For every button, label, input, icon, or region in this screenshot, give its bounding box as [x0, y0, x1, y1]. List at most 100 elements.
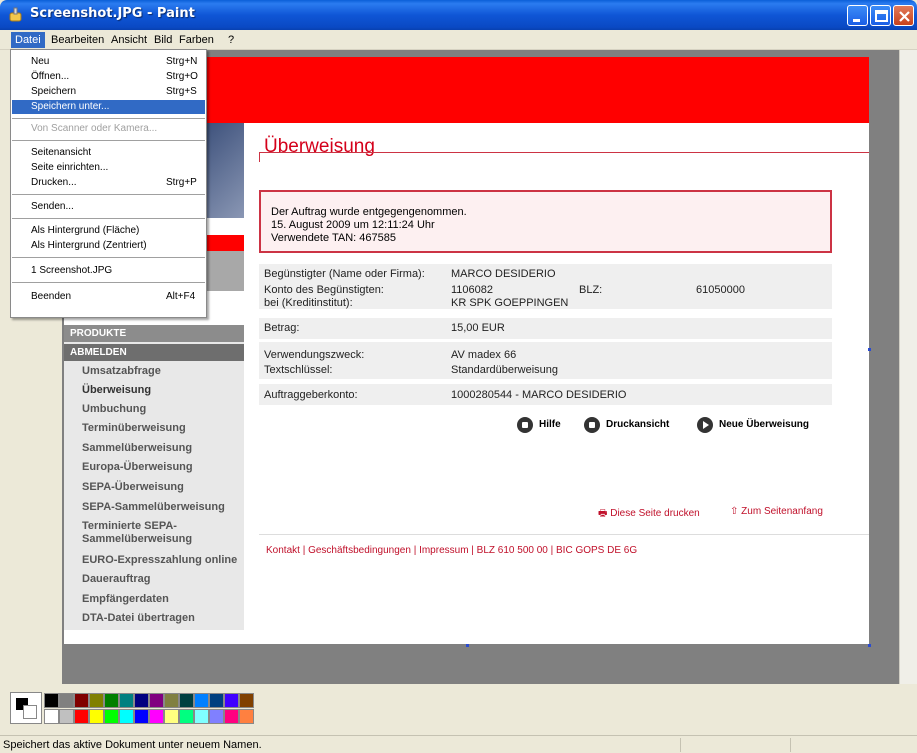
- value-sender: 1000280544 - MARCO DESIDERIO: [451, 389, 627, 401]
- color-swatch[interactable]: [134, 709, 149, 724]
- color-swatch[interactable]: [164, 709, 179, 724]
- up-arrow-icon: ⇧: [730, 506, 739, 517]
- resize-handle-right[interactable]: [868, 348, 871, 351]
- help-label: Hilfe: [539, 419, 561, 430]
- sidebar-item-ueberweisung[interactable]: Überweisung: [82, 384, 151, 396]
- label-account: Konto des Begünstigten:: [264, 284, 384, 296]
- sidebar-item-termin[interactable]: Terminüberweisung: [82, 422, 186, 434]
- color-swatch[interactable]: [104, 709, 119, 724]
- arrow-right-icon: [697, 417, 713, 433]
- color-swatch[interactable]: [59, 709, 74, 724]
- color-swatch[interactable]: [194, 693, 209, 708]
- menu-bild[interactable]: Bild: [150, 32, 176, 48]
- color-swatch[interactable]: [89, 709, 104, 724]
- status-text: Speichert das aktive Dokument unter neue…: [3, 739, 262, 751]
- color-swatch[interactable]: [119, 693, 134, 708]
- print-page-link[interactable]: 🖶 Diese Seite drucken: [598, 506, 700, 523]
- footer-links[interactable]: Kontakt | Geschäftsbedingungen | Impress…: [266, 545, 637, 556]
- color-swatch[interactable]: [119, 709, 134, 724]
- color-swatch[interactable]: [209, 709, 224, 724]
- menu-bar: Datei Bearbeiten Ansicht Bild Farben ?: [0, 30, 917, 50]
- color-swatch[interactable]: [239, 693, 254, 708]
- to-top-link[interactable]: ⇧ Zum Seitenanfang: [730, 506, 823, 517]
- color-swatch[interactable]: [179, 709, 194, 724]
- sidebar-head-produkte[interactable]: PRODUKTE: [64, 325, 244, 342]
- color-swatch[interactable]: [224, 693, 239, 708]
- menu-item-scanner: Von Scanner oder Kamera...: [31, 123, 158, 134]
- sidebar-item-sepa[interactable]: SEPA-Überweisung: [82, 481, 184, 493]
- resize-handle-bottom[interactable]: [466, 644, 469, 647]
- color-swatch[interactable]: [149, 693, 164, 708]
- label-sender: Auftraggeberkonto:: [264, 389, 358, 401]
- color-swatch[interactable]: [89, 693, 104, 708]
- menu-separator: [12, 282, 205, 283]
- current-colors[interactable]: [10, 692, 42, 724]
- status-bar: Speichert das aktive Dokument unter neue…: [0, 735, 917, 753]
- menu-bearbeiten[interactable]: Bearbeiten: [47, 32, 108, 48]
- footer-rule: [259, 534, 869, 535]
- to-top-label: Zum Seitenanfang: [741, 506, 823, 517]
- print-page-label: Diese Seite drucken: [610, 508, 700, 519]
- menu-item-seitenansicht[interactable]: Seitenansicht: [12, 146, 205, 160]
- color-swatch[interactable]: [104, 693, 119, 708]
- color-swatch[interactable]: [179, 693, 194, 708]
- menu-item-hintergrund-flaeche[interactable]: Als Hintergrund (Fläche): [12, 224, 205, 238]
- value-blz: 61050000: [696, 284, 745, 296]
- menu-help[interactable]: ?: [224, 32, 238, 48]
- status-divider: [680, 738, 681, 752]
- sidebar-item-umbuchung[interactable]: Umbuchung: [82, 403, 146, 415]
- resize-handle-corner[interactable]: [868, 644, 871, 647]
- color-swatch[interactable]: [44, 709, 59, 724]
- menu-item-speichern[interactable]: Speichern Strg+S: [12, 85, 205, 99]
- minimize-button[interactable]: [847, 5, 868, 26]
- menu-separator: [12, 118, 205, 119]
- sidebar-item-sammel[interactable]: Sammelüberweisung: [82, 442, 192, 454]
- page-heading: Überweisung: [264, 136, 375, 157]
- menu-item-beenden[interactable]: Beenden Alt+F4: [12, 290, 205, 304]
- color-swatch[interactable]: [209, 693, 224, 708]
- menu-item-oeffnen[interactable]: Öffnen... Strg+O: [12, 70, 205, 84]
- menu-item-hintergrund-zentriert[interactable]: Als Hintergrund (Zentriert): [12, 239, 205, 253]
- value-purpose: AV madex 66: [451, 349, 517, 361]
- menu-item-senden[interactable]: Senden...: [12, 200, 205, 214]
- heading-tick: [259, 152, 260, 162]
- color-swatch[interactable]: [149, 709, 164, 724]
- color-swatch[interactable]: [74, 709, 89, 724]
- menu-datei[interactable]: Datei: [11, 32, 45, 48]
- color-swatch[interactable]: [59, 693, 74, 708]
- row-amount: [259, 318, 832, 340]
- sidebar-item-terminierte-sepa-2[interactable]: Sammelüberweisung: [82, 533, 192, 545]
- color-swatch[interactable]: [44, 693, 59, 708]
- color-swatch[interactable]: [164, 693, 179, 708]
- sidebar-item-umsatzabfrage[interactable]: Umsatzabfrage: [82, 365, 161, 377]
- sidebar-item-terminierte-sepa[interactable]: Terminierte SEPA-: [82, 520, 177, 532]
- sidebar-item-empfaenger[interactable]: Empfängerdaten: [82, 593, 169, 605]
- sidebar-item-euro-express[interactable]: EURO-Expresszahlung online: [82, 554, 237, 566]
- sidebar-item-sepa-sammel[interactable]: SEPA-Sammelüberweisung: [82, 501, 225, 513]
- title-bar[interactable]: Screenshot.JPG - Paint: [0, 0, 917, 30]
- label-purpose: Verwendungszweck:: [264, 349, 365, 361]
- sidebar-item-dta[interactable]: DTA-Datei übertragen: [82, 612, 195, 624]
- vertical-scrollbar[interactable]: [899, 50, 917, 684]
- menu-farben[interactable]: Farben: [175, 32, 218, 48]
- menu-item-drucken[interactable]: Drucken... Strg+P: [12, 176, 205, 190]
- menu-item-seite-einrichten[interactable]: Seite einrichten...: [12, 161, 205, 175]
- close-button[interactable]: [893, 5, 914, 26]
- color-swatch[interactable]: [134, 693, 149, 708]
- value-textkey: Standardüberweisung: [451, 364, 559, 376]
- color-swatch[interactable]: [239, 709, 254, 724]
- menu-ansicht[interactable]: Ansicht: [107, 32, 151, 48]
- sidebar-head-abmelden[interactable]: ABMELDEN: [64, 344, 244, 361]
- label-institute: bei (Kreditinstitut):: [264, 297, 353, 309]
- color-swatch[interactable]: [194, 709, 209, 724]
- sidebar-item-dauerauftrag[interactable]: Dauerauftrag: [82, 573, 150, 585]
- menu-item-speichern-unter[interactable]: Speichern unter...: [12, 100, 205, 114]
- print-view-label: Druckansicht: [606, 419, 670, 430]
- menu-item-recent-file[interactable]: 1 Screenshot.JPG: [12, 264, 205, 278]
- sidebar-item-europa[interactable]: Europa-Überweisung: [82, 461, 193, 473]
- color-swatch[interactable]: [224, 709, 239, 724]
- menu-item-neu[interactable]: Neu Strg+N: [12, 55, 205, 69]
- color-swatch[interactable]: [74, 693, 89, 708]
- paint-app-icon: [9, 7, 22, 22]
- maximize-button[interactable]: [870, 5, 891, 26]
